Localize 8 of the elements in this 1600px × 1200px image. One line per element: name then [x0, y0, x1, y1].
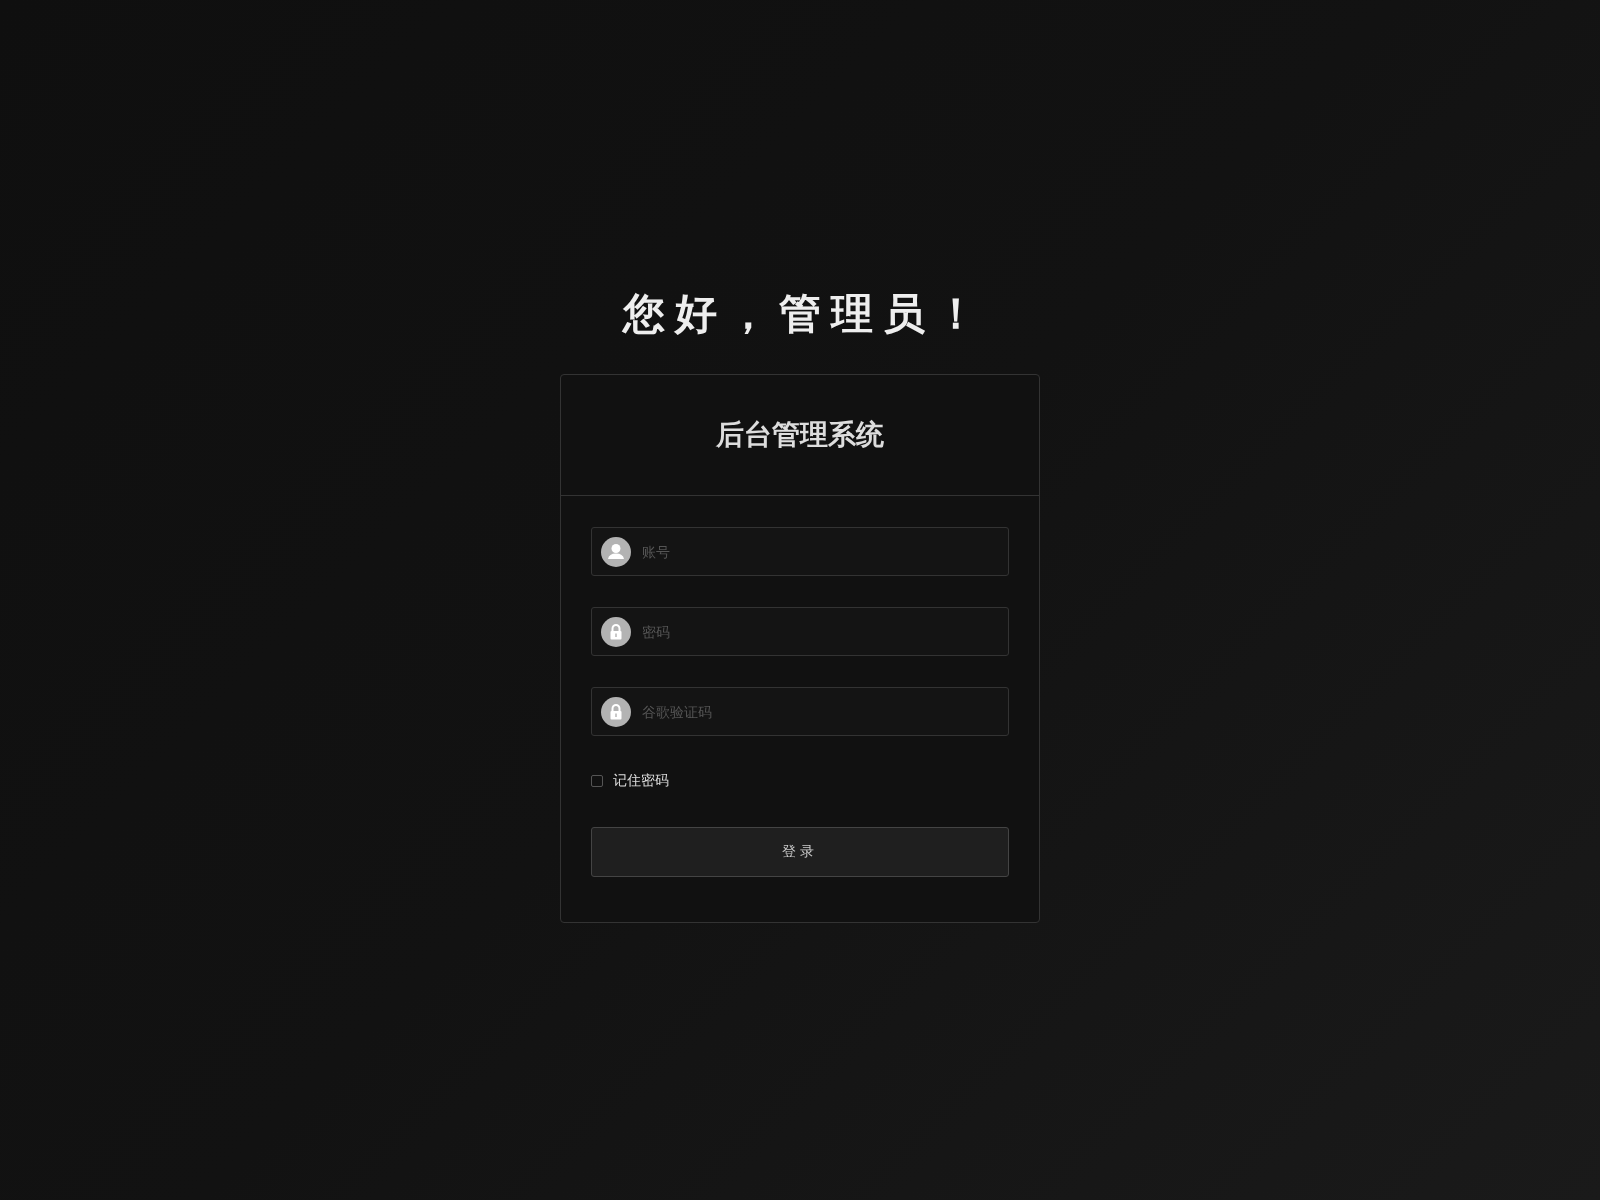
- remember-label: 记住密码: [613, 772, 669, 790]
- checkbox[interactable]: [591, 775, 603, 787]
- login-button[interactable]: 登录: [591, 827, 1009, 877]
- input-field[interactable]: 账号: [591, 527, 1009, 576]
- card-title: 后台管理系统: [716, 417, 884, 453]
- input-field[interactable]: 谷歌验证码: [591, 687, 1009, 736]
- input-field[interactable]: 密码: [591, 607, 1009, 656]
- greeting-heading: 您好，管理员！: [621, 288, 987, 340]
